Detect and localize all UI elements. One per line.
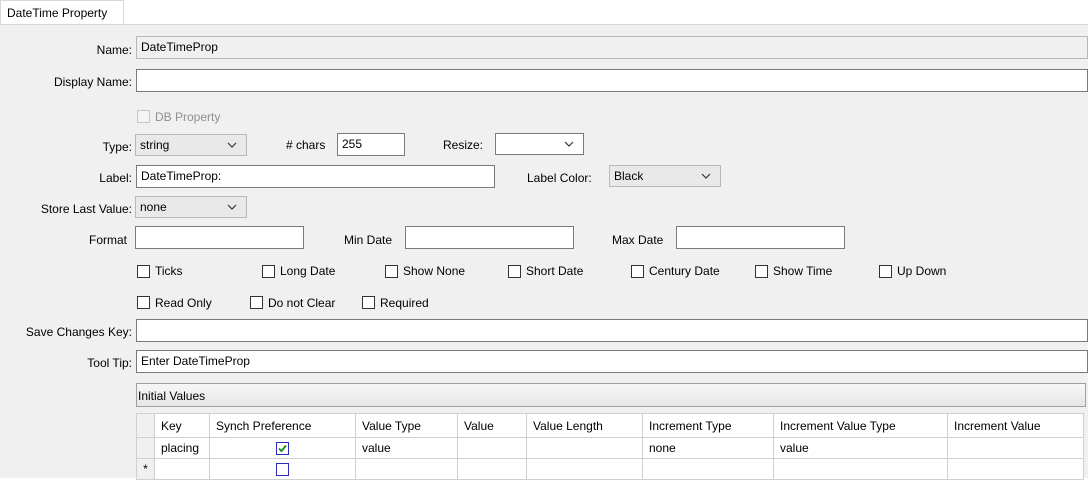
initial-values-header: Initial Values <box>136 383 1086 407</box>
tool-tip-field[interactable]: Enter DateTimeProp <box>136 350 1088 373</box>
new-row-marker: * <box>136 458 155 480</box>
format-label: Format <box>89 233 128 247</box>
save-changes-key-field[interactable] <box>136 319 1088 342</box>
min-date-field[interactable] <box>405 226 574 249</box>
store-last-value-dropdown[interactable]: none <box>135 196 247 218</box>
save-changes-key-label: Save Changes Key: <box>25 325 132 339</box>
type-label: Type: <box>102 140 132 154</box>
store-last-value-label: Store Last Value: <box>40 202 132 216</box>
value-type-cell[interactable] <box>355 458 458 480</box>
up-down-checkbox[interactable] <box>879 265 892 278</box>
row-header[interactable] <box>136 437 155 459</box>
show-time-checkbox[interactable] <box>755 265 768 278</box>
synch-preference-cell[interactable] <box>209 458 356 480</box>
up-down-label: Up Down <box>897 264 947 278</box>
do-not-clear-checkbox[interactable] <box>250 296 263 309</box>
max-date-label: Max Date <box>612 233 664 247</box>
increment-value-type-cell[interactable] <box>773 458 948 480</box>
value-length-cell[interactable] <box>526 437 643 459</box>
label-color-label: Label Color: <box>527 171 592 185</box>
value-type-cell[interactable]: value <box>355 437 458 459</box>
db-property-label: DB Property <box>155 110 221 124</box>
increment-type-cell[interactable] <box>642 458 774 480</box>
property-panel <box>0 25 1088 478</box>
read-only-checkbox[interactable] <box>137 296 150 309</box>
ticks-label: Ticks <box>155 264 183 278</box>
show-time-label: Show Time <box>773 264 833 278</box>
tool-tip-label: Tool Tip: <box>87 356 132 370</box>
type-dropdown[interactable]: string <box>135 134 247 156</box>
chevron-down-icon <box>227 142 237 148</box>
ticks-checkbox[interactable] <box>137 265 150 278</box>
chevron-down-icon <box>564 141 574 147</box>
century-date-label: Century Date <box>649 264 720 278</box>
increment-value-cell[interactable] <box>947 437 1084 459</box>
key-cell[interactable] <box>154 458 210 480</box>
label-color-value: Black <box>614 169 644 183</box>
max-date-field[interactable] <box>676 226 845 249</box>
value-cell[interactable] <box>457 458 527 480</box>
column-header-synch-preference[interactable]: Synch Preference <box>209 413 356 438</box>
show-none-label: Show None <box>403 264 466 278</box>
required-checkbox[interactable] <box>362 296 375 309</box>
check-icon <box>278 445 287 453</box>
long-date-label: Long Date <box>280 264 336 278</box>
table-row[interactable]: placing value none value <box>136 437 1084 459</box>
tab-datetime-property[interactable]: DateTime Property <box>0 0 124 24</box>
display-name-label: Display Name: <box>53 75 132 89</box>
value-cell[interactable] <box>457 437 527 459</box>
column-header-increment-value-type[interactable]: Increment Value Type <box>773 413 948 438</box>
show-none-checkbox[interactable] <box>385 265 398 278</box>
long-date-checkbox[interactable] <box>262 265 275 278</box>
chevron-down-icon <box>227 204 237 210</box>
chevron-down-icon <box>701 173 711 179</box>
synch-preference-checkbox[interactable] <box>276 442 289 456</box>
column-header-value-length[interactable]: Value Length <box>526 413 643 438</box>
increment-value-type-cell[interactable]: value <box>773 437 948 459</box>
required-label: Required <box>380 296 429 310</box>
synch-preference-cell[interactable] <box>209 437 356 459</box>
increment-value-cell[interactable] <box>947 458 1084 480</box>
db-property-checkbox[interactable] <box>137 110 150 123</box>
read-only-label: Read Only <box>155 296 212 310</box>
row-header-corner <box>136 413 155 438</box>
initial-values-grid: Key Synch Preference Value Type Value Va… <box>136 413 1084 480</box>
column-header-value-type[interactable]: Value Type <box>355 413 458 438</box>
key-cell[interactable]: placing <box>154 437 210 459</box>
name-label: Name: <box>96 43 132 57</box>
short-date-checkbox[interactable] <box>508 265 521 278</box>
store-last-value-value: none <box>140 200 167 214</box>
new-row[interactable]: * <box>136 458 1084 480</box>
format-field[interactable] <box>135 226 304 249</box>
name-field[interactable]: DateTimeProp <box>136 36 1088 59</box>
century-date-checkbox[interactable] <box>631 265 644 278</box>
label-field[interactable]: DateTimeProp: <box>136 165 495 188</box>
synch-preference-checkbox[interactable] <box>276 463 289 477</box>
column-header-value[interactable]: Value <box>457 413 527 438</box>
short-date-label: Short Date <box>526 264 584 278</box>
type-value: string <box>140 138 170 152</box>
label-label: Label: <box>99 171 132 185</box>
column-header-increment-type[interactable]: Increment Type <box>642 413 774 438</box>
do-not-clear-label: Do not Clear <box>268 296 336 310</box>
resize-dropdown[interactable] <box>495 133 584 155</box>
min-date-label: Min Date <box>344 233 393 247</box>
chars-field[interactable]: 255 <box>337 133 405 156</box>
tab-bar: DateTime Property <box>0 0 1088 25</box>
value-length-cell[interactable] <box>526 458 643 480</box>
resize-label: Resize: <box>443 138 484 152</box>
chars-label: # chars <box>286 138 326 152</box>
increment-type-cell[interactable]: none <box>642 437 774 459</box>
grid-header-row: Key Synch Preference Value Type Value Va… <box>136 413 1084 438</box>
column-header-key[interactable]: Key <box>154 413 210 438</box>
label-color-dropdown[interactable]: Black <box>609 165 721 187</box>
display-name-field[interactable] <box>136 69 1088 92</box>
column-header-increment-value[interactable]: Increment Value <box>947 413 1084 438</box>
